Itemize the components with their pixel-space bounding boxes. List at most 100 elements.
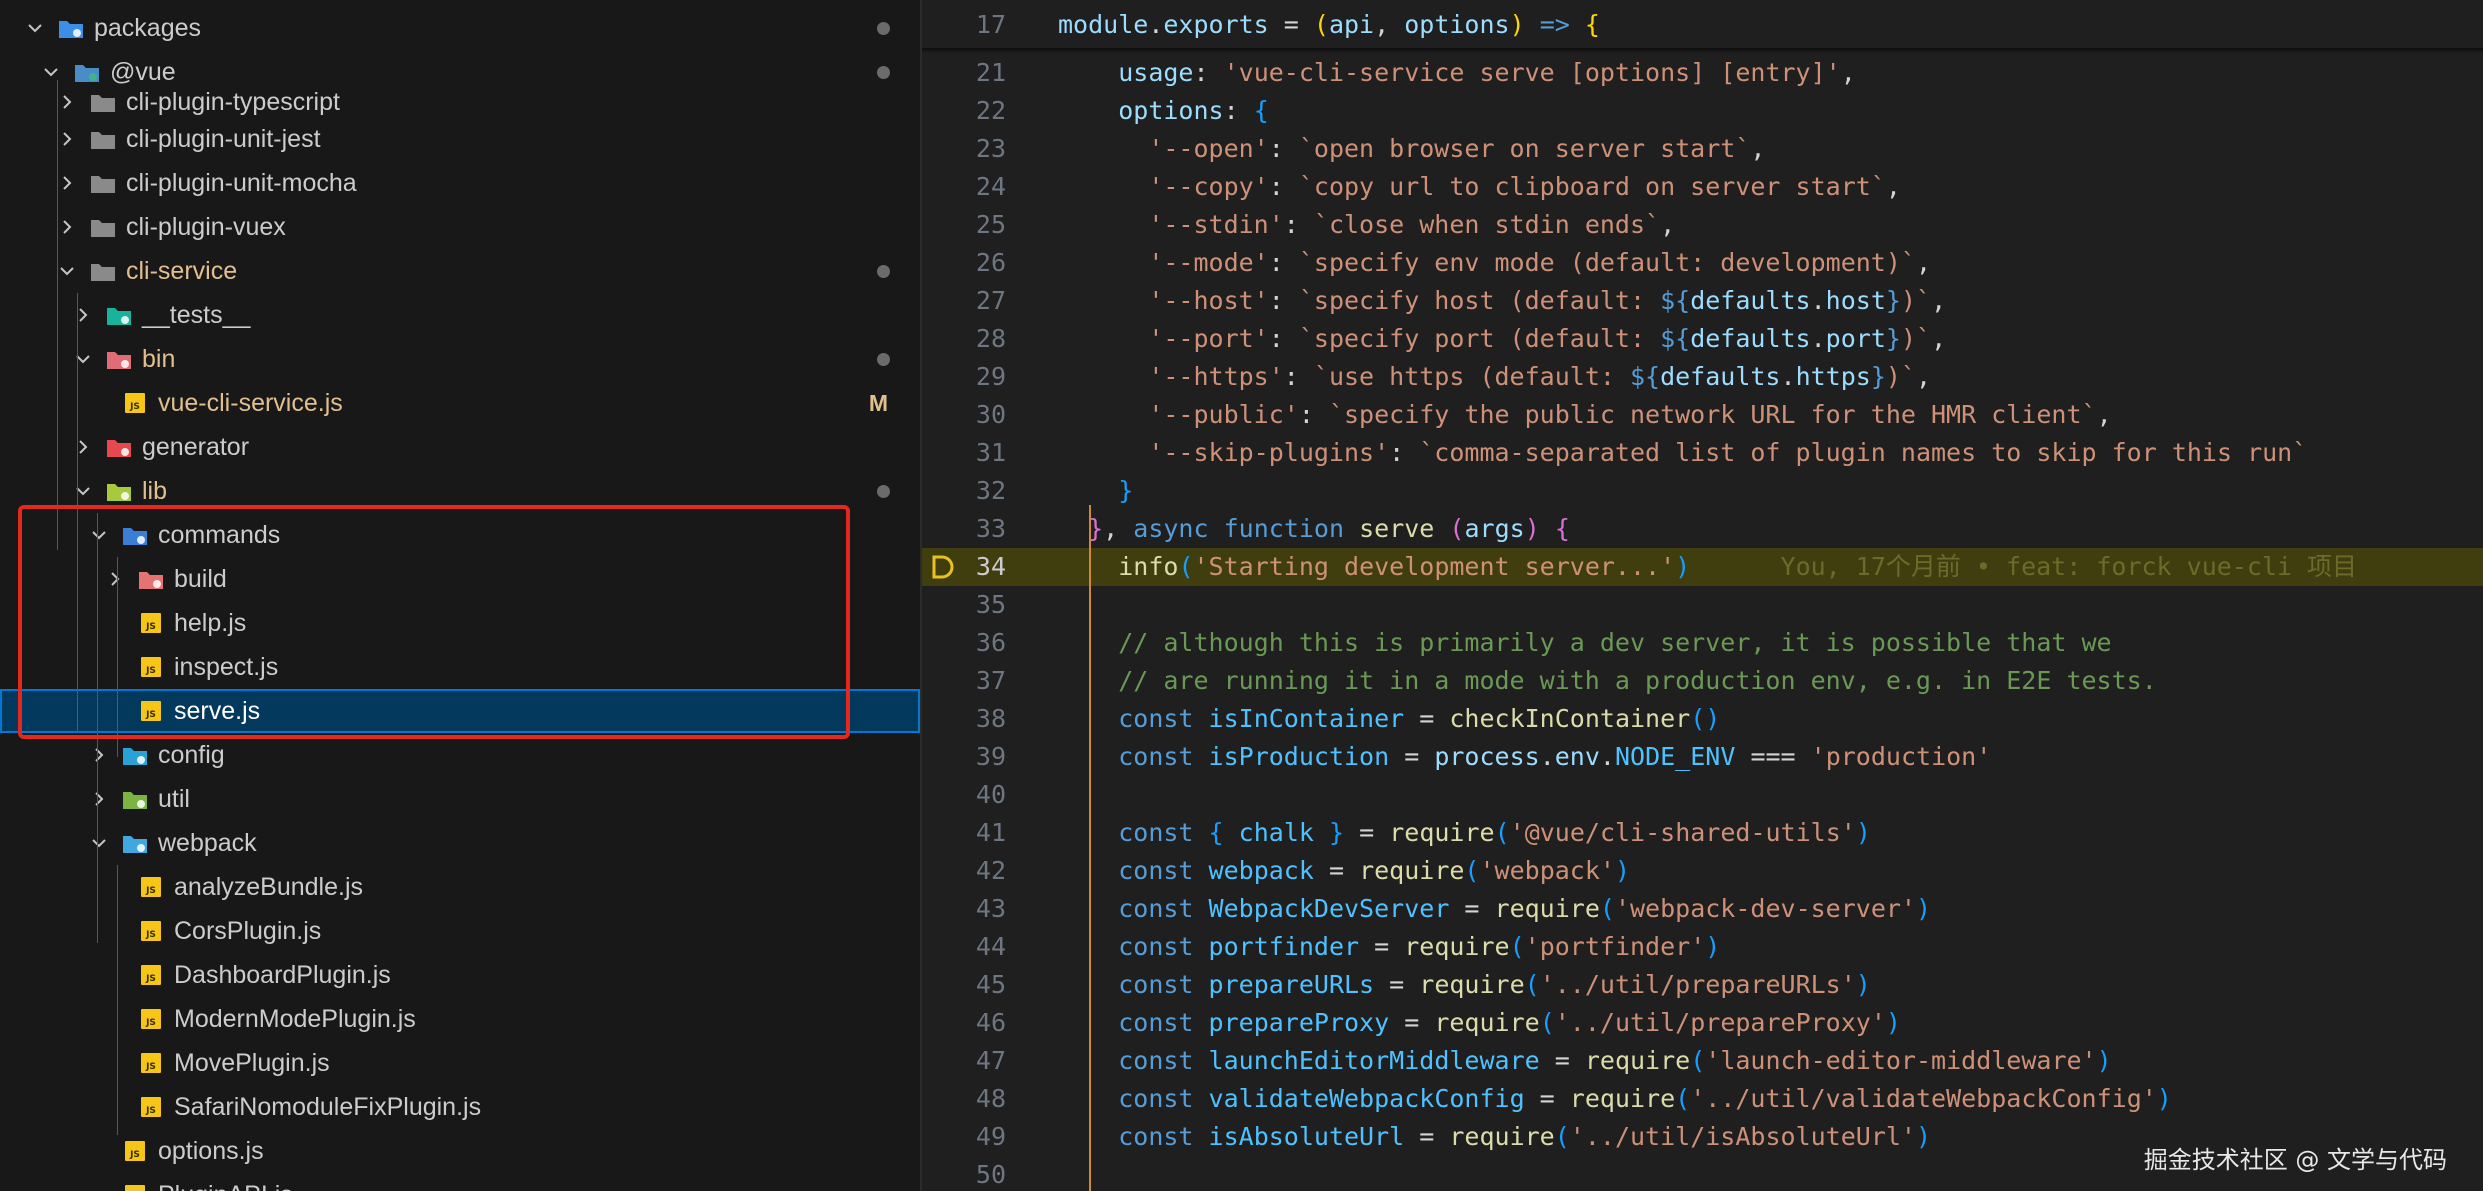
chevron-right-icon[interactable] xyxy=(88,788,110,810)
chevron-down-icon[interactable] xyxy=(88,832,110,854)
svg-text:JS: JS xyxy=(145,622,156,632)
code-token: require xyxy=(1569,1084,1676,1113)
chevron-right-icon[interactable] xyxy=(56,172,78,194)
code-line-current[interactable]: 34 info('Starting development server...'… xyxy=(922,548,2483,586)
modified-dot-icon xyxy=(877,65,890,79)
js-file-icon: JS xyxy=(141,701,161,721)
code-token: } xyxy=(1885,286,1901,315)
code-line[interactable]: 29 '--https': `use https (default: ${def… xyxy=(922,358,2483,396)
code-line[interactable]: 39 const isProduction = process.env.NODE… xyxy=(922,738,2483,776)
chevron-down-icon[interactable] xyxy=(72,348,94,370)
code-line[interactable]: 40 xyxy=(922,776,2483,814)
tree-item-label: commands xyxy=(158,520,281,549)
code-line[interactable]: 44 const portfinder = require('portfinde… xyxy=(922,928,2483,966)
chevron-right-icon[interactable] xyxy=(56,91,78,113)
lightbulb-icon[interactable] xyxy=(928,553,956,581)
tree-item[interactable]: JS vue-cli-service.js M xyxy=(0,381,920,425)
code-line[interactable]: 25 '--stdin': `close when stdin ends`, xyxy=(922,206,2483,244)
folder-icon xyxy=(91,132,115,149)
code-line[interactable]: 33 }, async function serve (args) { xyxy=(922,510,2483,548)
code-token: const xyxy=(1118,1122,1194,1151)
chevron-right-icon[interactable] xyxy=(56,128,78,150)
tree-item[interactable]: __tests__ xyxy=(0,293,920,337)
code-line[interactable]: 42 const webpack = require('webpack') xyxy=(922,852,2483,890)
code-text: const WebpackDevServer = require('webpac… xyxy=(1058,890,1931,928)
code-line[interactable]: 24 '--copy': `copy url to clipboard on s… xyxy=(922,168,2483,206)
chevron-right-icon[interactable] xyxy=(56,216,78,238)
code-line[interactable]: 28 '--port': `specify port (default: ${d… xyxy=(922,320,2483,358)
code-token: ( xyxy=(1675,1084,1691,1113)
code-line[interactable]: 31 '--skip-plugins': `comma-separated li… xyxy=(922,434,2483,472)
line-number: 48 xyxy=(975,1084,1006,1113)
tree-item[interactable]: util xyxy=(0,777,920,821)
tree-item[interactable]: build xyxy=(0,557,920,601)
tree-item[interactable]: commands xyxy=(0,513,920,557)
code-line[interactable]: 26 '--mode': `specify env mode (default:… xyxy=(922,244,2483,282)
code-line[interactable]: 36 // although this is primarily a dev s… xyxy=(922,624,2483,662)
tree-item[interactable]: JS CorsPlugin.js xyxy=(0,909,920,953)
tree-item[interactable]: webpack xyxy=(0,821,920,865)
code-token: webpack xyxy=(1208,856,1314,885)
tree-item[interactable]: JS help.js xyxy=(0,601,920,645)
chevron-down-icon[interactable] xyxy=(72,480,94,502)
tree-item-label: webpack xyxy=(158,828,257,857)
code-token: usage xyxy=(1118,58,1194,87)
code-line[interactable]: 21 usage: 'vue-cli-service serve [option… xyxy=(922,54,2483,92)
code-line[interactable]: 38 const isInContainer = checkInContaine… xyxy=(922,700,2483,738)
tree-item[interactable]: JS PluginAPI.js xyxy=(0,1173,920,1191)
code-token: const xyxy=(1118,1008,1194,1037)
tree-item[interactable]: JS MovePlugin.js xyxy=(0,1041,920,1085)
tree-item[interactable]: JS DashboardPlugin.js xyxy=(0,953,920,997)
code-token: { xyxy=(1554,514,1570,543)
code-token: '--https' xyxy=(1148,362,1284,391)
code-line[interactable]: 32 } xyxy=(922,472,2483,510)
code-token: const xyxy=(1118,856,1194,885)
tree-item[interactable]: cli-plugin-unit-mocha xyxy=(0,161,920,205)
tree-item[interactable]: generator xyxy=(0,425,920,469)
chevron-right-icon[interactable] xyxy=(72,304,94,326)
chevron-right-icon[interactable] xyxy=(72,436,94,458)
tree-item[interactable]: JS serve.js xyxy=(0,689,920,733)
code-token: } xyxy=(1885,324,1901,353)
tree-item[interactable]: cli-service xyxy=(0,249,920,293)
code-line[interactable]: 37 // are running it in a mode with a pr… xyxy=(922,662,2483,700)
code-line[interactable]: 45 const prepareURLs = require('../util/… xyxy=(922,966,2483,1004)
tree-item[interactable]: JS options.js xyxy=(0,1129,920,1173)
tree-item[interactable]: config xyxy=(0,733,920,777)
code-token: : xyxy=(1298,400,1329,429)
chevron-right-icon[interactable] xyxy=(88,744,110,766)
folder-icon xyxy=(91,176,115,193)
tree-item[interactable]: lib xyxy=(0,469,920,513)
code-editor[interactable]: 17 module.exports = (api, options) => { 21… xyxy=(922,0,2483,1191)
chevron-down-icon[interactable] xyxy=(88,524,110,546)
tree-item[interactable]: cli-plugin-vuex xyxy=(0,205,920,249)
tree-item[interactable]: JS inspect.js xyxy=(0,645,920,689)
code-token: ) xyxy=(1915,894,1932,923)
code-line[interactable]: 23 '--open': `open browser on server sta… xyxy=(922,130,2483,168)
tree-item[interactable]: bin xyxy=(0,337,920,381)
tree-item[interactable]: JS SafariNomoduleFixPlugin.js xyxy=(0,1085,920,1129)
chevron-down-icon[interactable] xyxy=(24,17,46,39)
code-line[interactable]: 27 '--host': `specify host (default: ${d… xyxy=(922,282,2483,320)
chevron-down-icon[interactable] xyxy=(56,260,78,282)
code-line[interactable]: 17 module.exports = (api, options) => { xyxy=(922,6,2483,44)
tree-item[interactable]: JS ModernModePlugin.js xyxy=(0,997,920,1041)
code-line[interactable]: 41 const { chalk } = require('@vue/cli-s… xyxy=(922,814,2483,852)
chevron-right-icon[interactable] xyxy=(104,568,126,590)
code-line[interactable]: 48 const validateWebpackConfig = require… xyxy=(922,1080,2483,1118)
code-text: usage: 'vue-cli-service serve [options] … xyxy=(1058,54,1856,92)
tree-item[interactable]: JS analyzeBundle.js xyxy=(0,865,920,909)
tree-item[interactable]: cli-plugin-unit-jest xyxy=(0,117,920,161)
code-line[interactable]: 43 const WebpackDevServer = require('web… xyxy=(922,890,2483,928)
tree-item[interactable]: packages xyxy=(0,6,920,50)
code-line[interactable]: 30 '--public': `specify the public netwo… xyxy=(922,396,2483,434)
tree-item-label: inspect.js xyxy=(174,652,279,681)
code-line[interactable]: 35 xyxy=(922,586,2483,624)
code-token: : xyxy=(1283,362,1314,391)
code-line[interactable]: 22 options: { xyxy=(922,92,2483,130)
code-line[interactable]: 47 const launchEditorMiddleware = requir… xyxy=(922,1042,2483,1080)
code-line[interactable]: 46 const prepareProxy = require('../util… xyxy=(922,1004,2483,1042)
